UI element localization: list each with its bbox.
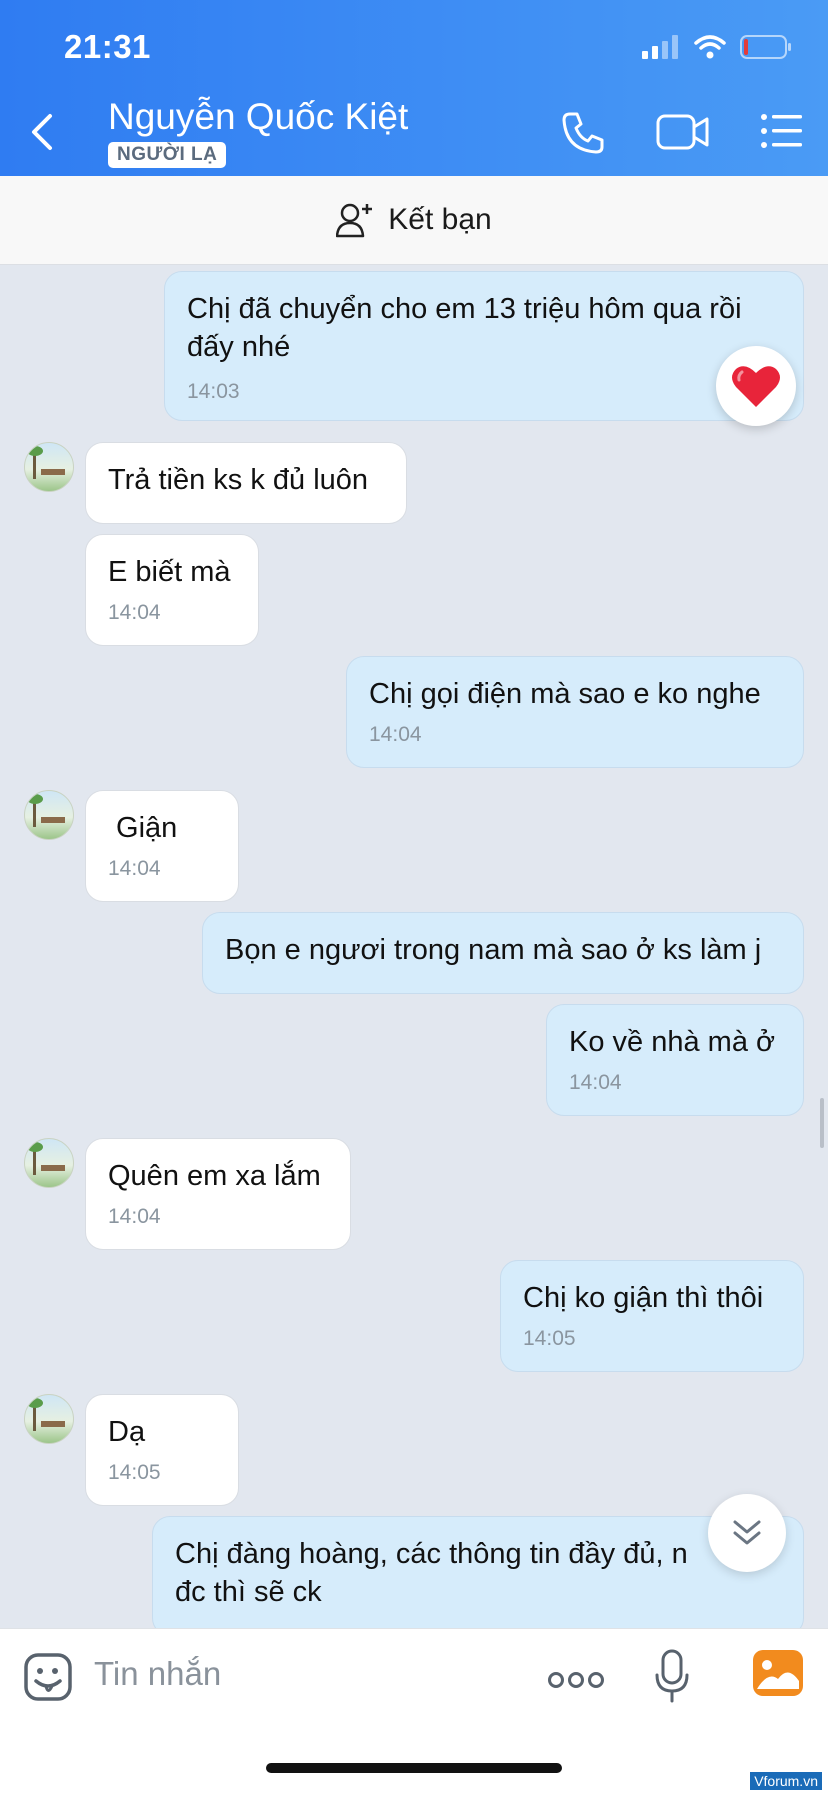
- phone-call-icon[interactable]: [560, 110, 606, 156]
- message-time: 14:04: [108, 601, 161, 624]
- status-icons: [642, 34, 792, 60]
- message-bubble-outgoing[interactable]: Chị ko giận thì thôi 14:05: [500, 1260, 804, 1372]
- message-time: 14:04: [369, 723, 422, 746]
- chat-header: 21:31 Nguyễn Quốc Kiệt NGƯỜI LẠ: [0, 0, 828, 176]
- scroll-to-bottom-button[interactable]: [708, 1494, 786, 1572]
- message-bubble-incoming[interactable]: Giận 14:04: [85, 790, 239, 902]
- contact-avatar[interactable]: [24, 790, 74, 840]
- message-text: Chị đàng hoàng, các thông tin đầy đủ, n: [175, 1538, 688, 1570]
- double-chevron-down-icon: [733, 1520, 761, 1545]
- add-friend-label: Kết bạn: [388, 203, 492, 236]
- message-bubble-incoming[interactable]: E biết mà 14:04: [85, 534, 259, 646]
- message-bubble-outgoing[interactable]: Chị đã chuyển cho em 13 triệu hôm qua rồ…: [164, 271, 804, 421]
- message-text: Chị gọi điện mà sao e ko nghe: [369, 678, 761, 710]
- message-text: Chị ko giận thì thôi: [523, 1282, 764, 1314]
- message-bubble-incoming[interactable]: Quên em xa lắm 14:04: [85, 1138, 351, 1250]
- message-bubble-incoming[interactable]: Dạ 14:05: [85, 1394, 239, 1506]
- sticker-icon[interactable]: [24, 1653, 72, 1701]
- message-bubble-outgoing[interactable]: Ko về nhà mà ở 14:04: [546, 1004, 804, 1116]
- message-text: Chị đã chuyển cho em 13 triệu hôm qua rồ…: [187, 293, 742, 325]
- message-text: E biết mà: [108, 556, 231, 588]
- contact-avatar[interactable]: [24, 1394, 74, 1444]
- message-text: Ko về nhà mà ở: [569, 1026, 776, 1058]
- contact-avatar[interactable]: [24, 1138, 74, 1188]
- photo-gallery-icon[interactable]: [752, 1649, 804, 1697]
- message-time: 14:04: [108, 857, 161, 880]
- scrollbar[interactable]: [820, 1098, 824, 1148]
- message-text: Giận: [108, 812, 178, 844]
- contact-avatar[interactable]: [24, 442, 74, 492]
- message-text: Dạ: [108, 1416, 146, 1448]
- signal-icon: [642, 35, 678, 59]
- status-time: 21:31: [64, 28, 151, 65]
- add-friend-icon: [336, 203, 373, 238]
- message-text: Bọn e ngươi trong nam mà sao ở ks làm j: [225, 934, 762, 966]
- message-bubble-outgoing[interactable]: Chị đàng hoàng, các thông tin đầy đủ, n …: [152, 1516, 804, 1636]
- message-bubble-incoming[interactable]: Trả tiền ks k đủ luôn: [85, 442, 407, 524]
- watermark: Vforum.vn: [750, 1772, 822, 1790]
- contact-name[interactable]: Nguyễn Quốc Kiệt: [108, 96, 408, 138]
- message-input-bar: Tin nhắn: [0, 1628, 828, 1793]
- wifi-icon: [694, 35, 726, 59]
- message-time: 14:04: [569, 1071, 622, 1094]
- battery-icon: [740, 35, 791, 59]
- message-time: 14:04: [108, 1205, 161, 1228]
- message-time: 14:05: [523, 1327, 576, 1350]
- back-chevron-icon[interactable]: [24, 108, 64, 156]
- message-time: 14:03: [187, 380, 240, 403]
- message-text: đc thì sẽ ck: [175, 1576, 322, 1608]
- reaction-heart-button[interactable]: [716, 346, 796, 426]
- message-time: 14:05: [108, 1461, 161, 1484]
- message-text: Quên em xa lắm: [108, 1160, 321, 1192]
- message-text: Trả tiền ks k đủ luôn: [108, 464, 369, 496]
- message-text: đấy nhé: [187, 331, 291, 363]
- home-indicator: [266, 1763, 562, 1773]
- more-options-icon[interactable]: [548, 1671, 604, 1689]
- message-input[interactable]: Tin nhắn: [94, 1655, 221, 1693]
- menu-list-icon[interactable]: [760, 112, 804, 150]
- stranger-badge: NGƯỜI LẠ: [108, 142, 227, 168]
- add-friend-button[interactable]: Kết bạn: [0, 176, 828, 265]
- message-bubble-outgoing[interactable]: Bọn e ngươi trong nam mà sao ở ks làm j: [202, 912, 804, 994]
- microphone-icon[interactable]: [654, 1649, 690, 1705]
- message-bubble-outgoing[interactable]: Chị gọi điện mà sao e ko nghe 14:04: [346, 656, 804, 768]
- video-call-icon[interactable]: [656, 112, 710, 152]
- heart-icon: [732, 366, 780, 407]
